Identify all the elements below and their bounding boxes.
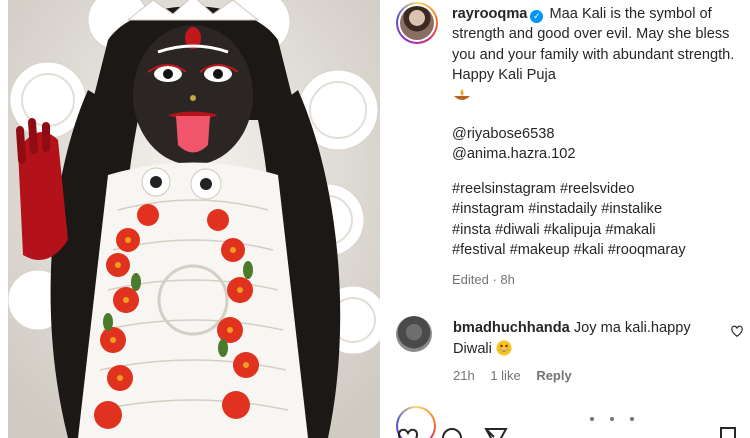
- action-bar: [396, 426, 746, 438]
- reply-button[interactable]: Reply: [536, 368, 571, 383]
- kali-idol-image: [8, 0, 380, 438]
- commenter-username[interactable]: bmadhuchhanda: [453, 320, 570, 336]
- comment-body: bmadhuchhanda Joy ma kali.happy Diwali: [453, 318, 723, 360]
- post-view: rayrooqma ✓ Maa Kali is the symbol of str…: [0, 0, 750, 438]
- verified-badge-icon: ✓: [530, 10, 544, 23]
- grinning-emoji: [496, 340, 512, 357]
- bookmark-icon[interactable]: [716, 426, 740, 438]
- author-avatar-image: [400, 6, 434, 40]
- hashtag-line[interactable]: #insta #diwali #kalipuja #makali: [452, 220, 742, 240]
- post-caption: rayrooqma ✓ Maa Kali is the symbol of str…: [452, 4, 742, 291]
- heart-outline-icon[interactable]: [730, 324, 744, 343]
- author-username[interactable]: rayrooqma: [452, 6, 527, 22]
- share-send-icon[interactable]: [484, 426, 508, 438]
- hashtag-line[interactable]: #reelsinstagram #reelsvideo: [452, 179, 742, 199]
- diya-lamp-emoji: [452, 88, 472, 110]
- edited-timestamp: Edited · 8h: [452, 272, 515, 288]
- post-media[interactable]: [8, 0, 380, 438]
- commenter-avatar[interactable]: [396, 316, 432, 352]
- comment-meta: 21h 1 like Reply: [453, 368, 584, 383]
- comment-item: bmadhuchhanda Joy ma kali.happy Diwali 2…: [396, 316, 746, 386]
- mention-link[interactable]: @riyabose6538: [452, 124, 742, 144]
- mention-link[interactable]: @anima.hazra.102: [452, 144, 742, 164]
- hashtag-line[interactable]: #instagram #instadaily #instalike: [452, 199, 742, 219]
- author-avatar[interactable]: [396, 2, 438, 44]
- comment-likes[interactable]: 1 like: [490, 368, 520, 383]
- mentions: @riyabose6538 @anima.hazra.102: [452, 124, 742, 165]
- post-details: rayrooqma ✓ Maa Kali is the symbol of str…: [380, 0, 750, 438]
- hashtag-line[interactable]: #festival #makeup #kali #rooqmaray: [452, 240, 742, 260]
- like-heart-icon[interactable]: [396, 426, 420, 438]
- more-options-icon[interactable]: [590, 408, 650, 421]
- comment-time: 21h: [453, 368, 475, 383]
- hashtags: #reelsinstagram #reelsvideo #instagram #…: [452, 179, 742, 261]
- comment-bubble-icon[interactable]: [440, 426, 464, 438]
